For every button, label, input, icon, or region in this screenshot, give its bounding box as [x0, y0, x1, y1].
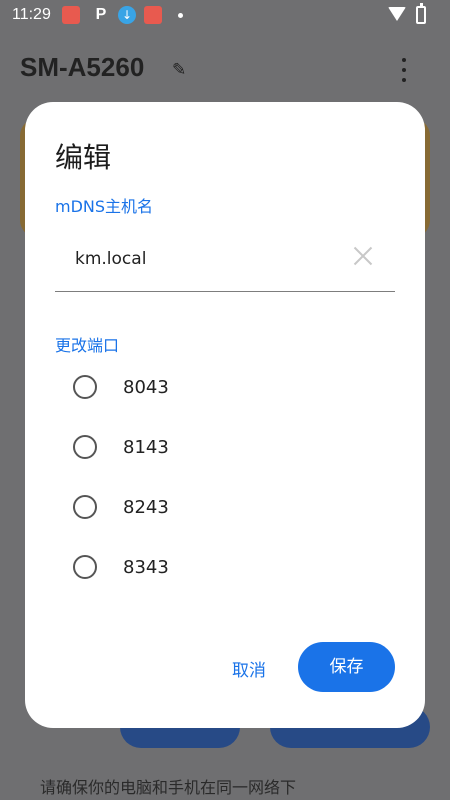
port-option-8143[interactable]: 8143: [71, 430, 271, 464]
status-bar: 11:29 P ↓: [0, 0, 450, 32]
port-option-label: 8243: [123, 497, 169, 518]
cancel-button[interactable]: 取消: [232, 656, 266, 681]
port-option-8043[interactable]: 8043: [71, 370, 271, 404]
radio-unchecked-icon[interactable]: [73, 435, 97, 459]
hostname-input[interactable]: [75, 244, 335, 274]
app-notification-icon-2: [144, 6, 162, 24]
port-option-label: 8143: [123, 437, 169, 458]
port-option-label: 8043: [123, 377, 169, 398]
battery-icon: [416, 3, 426, 24]
wifi-icon: [388, 7, 406, 21]
change-port-label: 更改端口: [55, 336, 120, 355]
more-notifications-dot-icon: [178, 13, 183, 18]
edit-dialog: 编辑 mDNS主机名 更改端口 8043 8143 8243 8343 取消 保…: [25, 102, 425, 728]
edit-pencil-icon[interactable]: ✎: [172, 60, 190, 80]
radio-unchecked-icon[interactable]: [73, 495, 97, 519]
dialog-title: 编辑: [55, 141, 112, 174]
port-option-8243[interactable]: 8243: [71, 490, 271, 524]
save-button[interactable]: 保存: [298, 642, 395, 692]
port-option-8343[interactable]: 8343: [71, 550, 271, 584]
p-notification-icon: P: [95, 6, 107, 23]
download-icon: ↓: [118, 6, 136, 24]
clear-icon[interactable]: [353, 246, 373, 266]
status-time: 11:29: [12, 6, 51, 23]
radio-unchecked-icon[interactable]: [73, 555, 97, 579]
radio-unchecked-icon[interactable]: [73, 375, 97, 399]
more-options-icon[interactable]: [400, 58, 408, 82]
device-title: SM-A5260: [20, 52, 145, 82]
port-option-label: 8343: [123, 557, 169, 578]
app-notification-icon: [62, 6, 80, 24]
network-note: 请确保你的电脑和手机在同一网络下: [40, 778, 297, 797]
mdns-hostname-label: mDNS主机名: [55, 197, 154, 216]
hostname-field[interactable]: [55, 232, 395, 292]
